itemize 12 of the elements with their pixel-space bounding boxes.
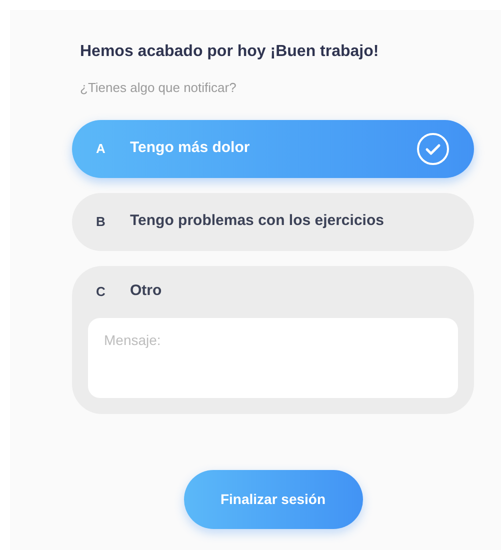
option-letter: B (96, 212, 106, 231)
answer-option[interactable]: B Tengo problemas con los ejercicios (72, 192, 474, 250)
message-field[interactable]: Mensaje: (88, 318, 458, 398)
check-circle-icon (416, 132, 450, 166)
option-label: Tengo más dolor (130, 138, 251, 158)
title: Hemos acabado por hoy ¡Buen trabajo! (80, 42, 380, 62)
option-label: Otro (130, 281, 163, 302)
option-letter: A (96, 140, 106, 158)
answer-option[interactable]: C Otro Mensaje: (72, 266, 474, 414)
option-letter: C (96, 282, 106, 301)
subtitle: ¿Tienes algo que notificar? (80, 79, 238, 97)
option-label: Tengo problemas con los ejercicios (130, 211, 385, 232)
